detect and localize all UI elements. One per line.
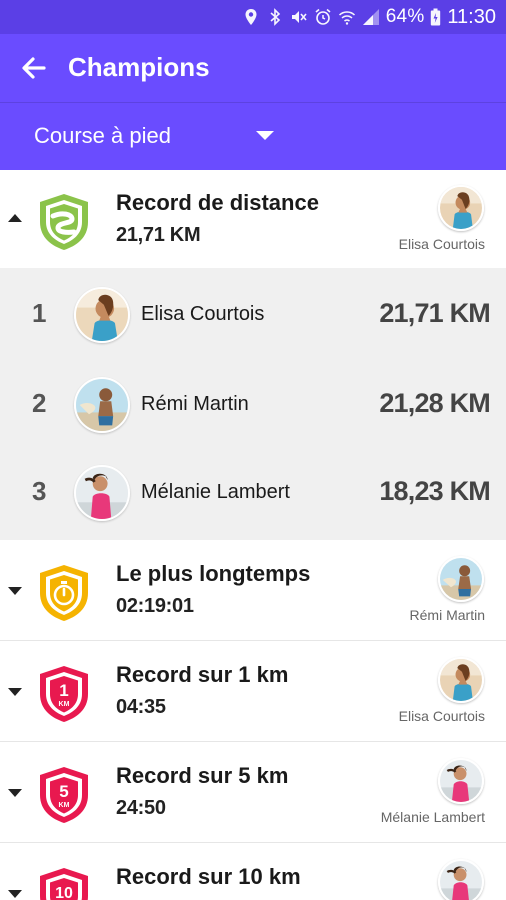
collapse-triangle-icon[interactable] bbox=[8, 214, 22, 222]
clock: 11:30 bbox=[447, 5, 496, 28]
mute-icon bbox=[290, 8, 308, 26]
record-title: Le plus longtemps bbox=[116, 561, 311, 586]
rank-value: 21,28 KM bbox=[379, 388, 490, 418]
rank-value: 18,23 KM bbox=[379, 476, 490, 506]
rank-number: 2 bbox=[32, 388, 47, 418]
list-item[interactable]: 2 Rémi Martin 21,28 KM bbox=[0, 360, 506, 450]
record-title: Record sur 10 km bbox=[116, 864, 301, 889]
athlete-name: Elisa Courtois bbox=[141, 303, 265, 325]
avatar bbox=[438, 657, 484, 703]
badge-unit: KM bbox=[59, 701, 70, 708]
record-5km[interactable]: 5 KM Record sur 5 km 24:50 Mélanie Lambe… bbox=[0, 743, 506, 843]
rank-number: 3 bbox=[32, 476, 47, 506]
location-icon bbox=[242, 8, 260, 26]
record-title: Record sur 5 km bbox=[116, 763, 289, 788]
alarm-icon bbox=[314, 8, 332, 26]
record-10km[interactable]: 10 Record sur 10 km bbox=[0, 844, 506, 900]
expand-triangle-icon[interactable] bbox=[8, 890, 22, 898]
expand-triangle-icon[interactable] bbox=[8, 587, 22, 595]
badge-number: 5 bbox=[59, 782, 68, 801]
record-longest-time[interactable]: Le plus longtemps 02:19:01 Rémi Martin bbox=[0, 541, 506, 641]
expand-triangle-icon[interactable] bbox=[8, 789, 22, 797]
avatar bbox=[438, 185, 484, 231]
list-item[interactable]: 3 Mélanie Lambert 18,23 KM bbox=[0, 448, 506, 538]
app-bar: Champions bbox=[0, 34, 506, 102]
athlete-name: Mélanie Lambert bbox=[141, 481, 290, 503]
record-holder-name: Mélanie Lambert bbox=[380, 809, 485, 825]
road-badge-icon bbox=[36, 192, 92, 252]
rank-value: 21,71 KM bbox=[379, 298, 490, 328]
expand-triangle-icon[interactable] bbox=[8, 688, 22, 696]
record-value: 24:50 bbox=[116, 797, 166, 819]
badge-number: 1 bbox=[59, 681, 68, 700]
avatar bbox=[74, 287, 130, 343]
sport-filter-dropdown[interactable]: Course à pied bbox=[0, 102, 506, 170]
record-value: 02:19:01 bbox=[116, 595, 194, 617]
sport-filter-value[interactable]: Course à pied bbox=[34, 123, 171, 149]
status-bar: 64% 11:30 bbox=[0, 0, 506, 34]
wifi-icon bbox=[338, 8, 356, 26]
1km-badge-icon: 1 KM bbox=[36, 664, 92, 724]
caret-down-icon[interactable] bbox=[256, 131, 274, 140]
athlete-name: Rémi Martin bbox=[141, 393, 249, 415]
page-title: Champions bbox=[68, 52, 210, 82]
record-distance[interactable]: Record de distance 21,71 KM Elisa Courto… bbox=[0, 170, 506, 268]
record-value: 21,71 KM bbox=[116, 224, 201, 246]
arrow-left-icon[interactable] bbox=[18, 52, 50, 84]
record-holder-name: Rémi Martin bbox=[409, 607, 485, 623]
record-value: 04:35 bbox=[116, 696, 166, 718]
avatar bbox=[74, 465, 130, 521]
avatar bbox=[438, 859, 484, 900]
record-holder-name: Elisa Courtois bbox=[398, 708, 485, 724]
avatar bbox=[438, 758, 484, 804]
bluetooth-icon bbox=[266, 8, 284, 26]
badge-unit: KM bbox=[59, 802, 70, 809]
ranking-list: 1 Elisa Courtois 21,71 KM 2 Rémi Martin … bbox=[0, 268, 506, 540]
battery-percent: 64% bbox=[385, 6, 425, 27]
stopwatch-badge-icon bbox=[36, 563, 92, 623]
record-1km[interactable]: 1 KM Record sur 1 km 04:35 Elisa Courtoi… bbox=[0, 642, 506, 742]
signal-icon bbox=[362, 8, 380, 26]
list-item[interactable]: 1 Elisa Courtois 21,71 KM bbox=[0, 270, 506, 360]
avatar bbox=[438, 556, 484, 602]
badge-number: 10 bbox=[55, 885, 73, 900]
avatar bbox=[74, 377, 130, 433]
battery-icon bbox=[430, 8, 441, 26]
record-holder-name: Elisa Courtois bbox=[398, 236, 485, 252]
rank-number: 1 bbox=[32, 298, 47, 328]
5km-badge-icon: 5 KM bbox=[36, 765, 92, 825]
record-title: Record sur 1 km bbox=[116, 662, 289, 687]
10km-badge-icon: 10 bbox=[36, 866, 92, 900]
record-title: Record de distance bbox=[116, 190, 319, 215]
